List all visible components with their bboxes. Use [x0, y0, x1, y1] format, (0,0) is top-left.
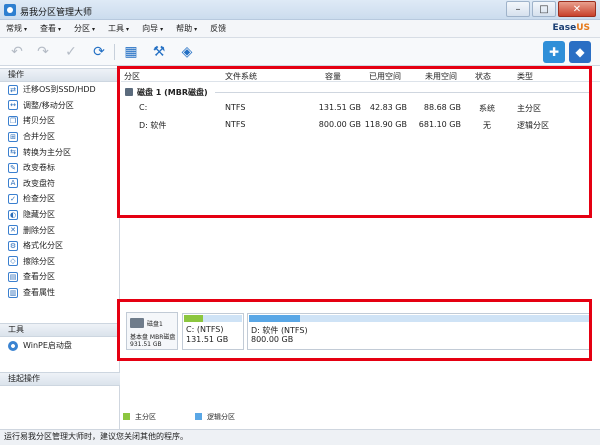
- legend-primary-label: 主分区: [135, 413, 156, 421]
- toolbox-icon[interactable]: ✚: [543, 41, 565, 63]
- legend-logical-label: 逻辑分区: [207, 413, 235, 421]
- col-capacity[interactable]: 容量: [325, 71, 341, 82]
- hide-icon: ◐: [8, 209, 18, 220]
- op-migrate-os[interactable]: ⇄ 迁移OS到SSD/HDD: [0, 82, 120, 98]
- migrate-icon: ⇄: [8, 84, 18, 95]
- op-change-letter[interactable]: A 改变盘符: [0, 176, 120, 192]
- op-convert-primary[interactable]: ⇆ 转换为主分区: [0, 144, 120, 160]
- undo-icon[interactable]: ↶: [8, 43, 26, 61]
- apply-icon[interactable]: ✓: [62, 43, 80, 61]
- col-partition[interactable]: 分区: [124, 71, 140, 82]
- col-status[interactable]: 状态: [475, 71, 491, 82]
- format-icon: ⚙: [8, 240, 18, 251]
- cd-disc-icon: [8, 340, 18, 351]
- label-icon: ✎: [8, 162, 18, 173]
- operations-list: ⇄ 迁移OS到SSD/HDD ↔ 调整/移动分区 ❐ 拷贝分区 ⊞ 合并分区 ⇆ 转换为主…: [0, 82, 120, 300]
- disk-view-icon[interactable]: ▦: [122, 43, 140, 61]
- operations-header: 操作: [0, 68, 120, 82]
- menu-view[interactable]: 查看 ▾: [40, 23, 61, 34]
- toolbar: ↶ ↷ ✓ ⟳ ▦ ⚒ ◈ ✚ ◆: [0, 38, 600, 66]
- op-wipe-partition[interactable]: ◇ 擦除分区: [0, 254, 120, 270]
- legend-primary-swatch: [123, 413, 130, 420]
- tools-header: 工具: [0, 323, 120, 337]
- disk-map: 磁盘1 基本盘 MBR磁盘 931.51 GB C: (NTFS) 131.51…: [121, 308, 600, 358]
- close-button[interactable]: ✕: [558, 1, 596, 17]
- menu-wizard[interactable]: 向导 ▾: [142, 23, 163, 34]
- op-view-partition[interactable]: ▤ 查看分区: [0, 269, 120, 285]
- col-unused[interactable]: 未用空间: [425, 71, 457, 82]
- col-filesystem[interactable]: 文件系统: [225, 71, 257, 82]
- menu-bar: 常规 ▾ 查看 ▾ 分区 ▾ 工具 ▾ 向导 ▾ 帮助 ▾ 反馈 EaseUS: [0, 20, 600, 38]
- legend: 主分区 逻辑分区: [121, 410, 600, 424]
- op-view-properties[interactable]: ▥ 查看属性: [0, 285, 120, 301]
- delete-icon: ✕: [8, 225, 18, 236]
- drive-letter-icon: A: [8, 178, 18, 189]
- toolbar-divider: [114, 44, 115, 60]
- pending-ops-header: 挂起操作: [0, 372, 120, 386]
- maximize-button[interactable]: □: [532, 1, 556, 17]
- merge-icon: ⊞: [8, 131, 18, 142]
- op-merge-partition[interactable]: ⊞ 合并分区: [0, 129, 120, 145]
- op-change-label[interactable]: ✎ 改变卷标: [0, 160, 120, 176]
- app-logo-icon: [4, 4, 16, 16]
- op-hide-partition[interactable]: ◐ 隐藏分区: [0, 207, 120, 223]
- usage-fill-d: [249, 315, 300, 322]
- usage-bar-d: [249, 315, 590, 322]
- op-delete-partition[interactable]: ✕ 删除分区: [0, 222, 120, 238]
- minimize-button[interactable]: –: [506, 1, 530, 17]
- op-check-partition[interactable]: ✓ 检查分区: [0, 191, 120, 207]
- redo-icon[interactable]: ↷: [34, 43, 52, 61]
- disk-label: 磁盘 1 (MBR磁盘): [137, 88, 208, 97]
- partition-block-d[interactable]: D: 软件 (NTFS) 800.00 GB: [247, 313, 592, 350]
- op-copy-partition[interactable]: ❐ 拷贝分区: [0, 113, 120, 129]
- col-type[interactable]: 类型: [517, 71, 533, 82]
- tool-winpe[interactable]: WinPE启动盘: [8, 340, 72, 351]
- check-icon: ✓: [8, 193, 18, 204]
- partition-table-header: 分区 文件系统 容量 已用空间 未用空间 状态 类型: [121, 68, 600, 82]
- menu-partition[interactable]: 分区 ▾: [74, 23, 95, 34]
- usage-fill-c: [184, 315, 203, 322]
- main-panel: 分区 文件系统 容量 已用空间 未用空间 状态 类型 磁盘 1 (MBR磁盘) …: [121, 66, 600, 429]
- op-resize-move[interactable]: ↔ 调整/移动分区: [0, 98, 120, 114]
- menu-help[interactable]: 帮助 ▾: [176, 23, 197, 34]
- window-title: 易我分区管理大师: [20, 8, 93, 18]
- menu-feedback[interactable]: 反馈: [210, 23, 226, 34]
- pane-splitter[interactable]: ••••••: [121, 298, 600, 305]
- disk-divider: [215, 92, 591, 93]
- usage-bar-c: [184, 315, 242, 322]
- partition-block-c[interactable]: C: (NTFS) 131.51 GB: [182, 313, 244, 350]
- table-row-d[interactable]: D: 软件 NTFS 800.00 GB 118.90 GB 681.10 GB…: [121, 120, 600, 134]
- cleanup-broom-icon[interactable]: ⚒: [150, 43, 168, 61]
- gift-icon[interactable]: ◆: [569, 41, 591, 63]
- view-icon: ▤: [8, 271, 18, 282]
- col-used[interactable]: 已用空间: [369, 71, 401, 82]
- menu-tools[interactable]: 工具 ▾: [108, 23, 129, 34]
- disk-info-block[interactable]: 磁盘1 基本盘 MBR磁盘 931.51 GB: [126, 312, 178, 350]
- sidebar: 操作 ⇄ 迁移OS到SSD/HDD ↔ 调整/移动分区 ❐ 拷贝分区 ⊞ 合并分区 ⇆ 转…: [0, 66, 120, 429]
- hard-disk-icon: [125, 88, 133, 96]
- brand-logo: EaseUS: [552, 23, 590, 33]
- disk-drive-icon: [130, 318, 144, 328]
- refresh-icon[interactable]: ⟳: [90, 43, 108, 61]
- eraser-icon[interactable]: ◈: [178, 43, 196, 61]
- convert-icon: ⇆: [8, 147, 18, 158]
- table-row-c[interactable]: C: NTFS 131.51 GB 42.83 GB 88.68 GB 系统 主…: [121, 103, 600, 117]
- status-bar: 运行易我分区管理大师时，建议您关闭其他的程序。: [0, 429, 600, 445]
- menu-general[interactable]: 常规 ▾: [6, 23, 27, 34]
- legend-logical-swatch: [195, 413, 202, 420]
- copy-icon: ❐: [8, 115, 18, 126]
- resize-icon: ↔: [8, 100, 18, 111]
- wipe-icon: ◇: [8, 256, 18, 267]
- title-bar: 易我分区管理大师 – □ ✕: [0, 0, 600, 20]
- disk-group-header[interactable]: 磁盘 1 (MBR磁盘): [121, 86, 591, 100]
- op-format-partition[interactable]: ⚙ 格式化分区: [0, 238, 120, 254]
- properties-icon: ▥: [8, 287, 18, 298]
